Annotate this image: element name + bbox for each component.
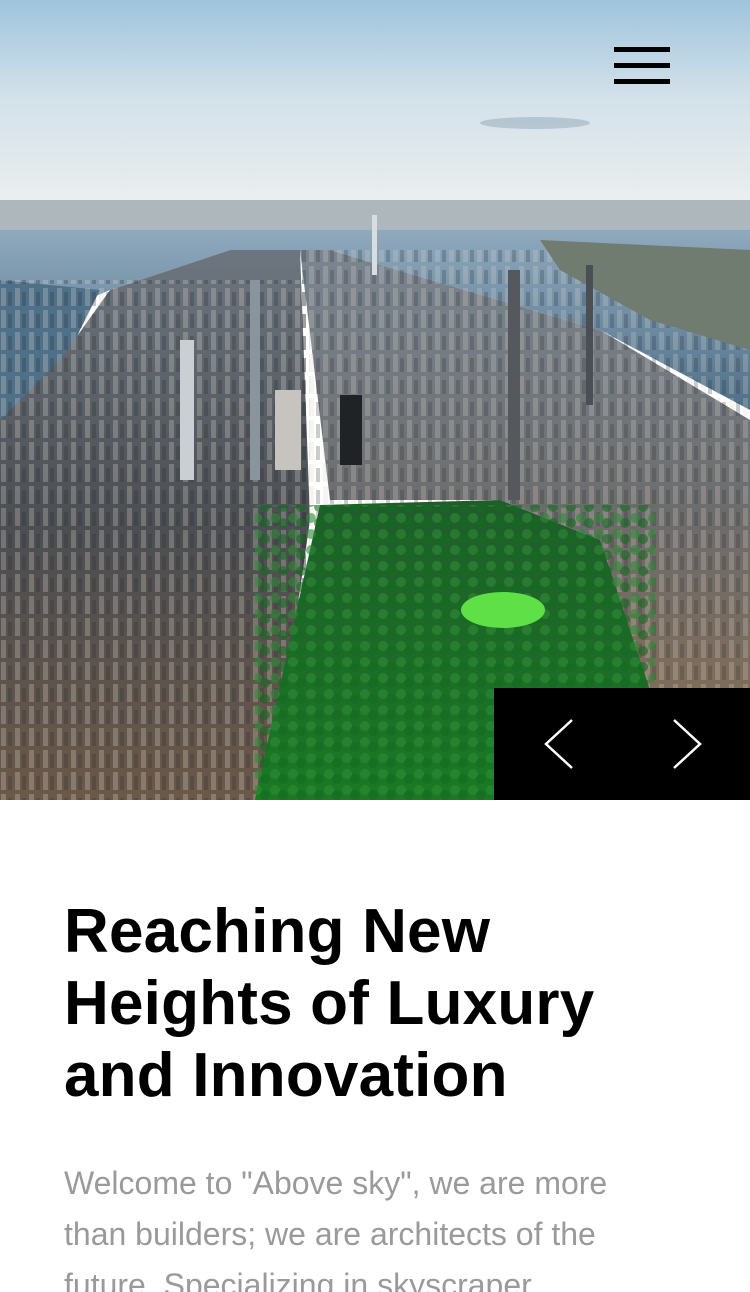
hamburger-menu-icon-bar [614,63,670,68]
hero-section [0,0,750,800]
slider-controls [494,688,750,800]
hero-image [0,0,750,800]
intro-section: Reaching New Heights of Luxury and Innov… [64,896,664,1292]
previous-slide-button[interactable] [534,716,590,772]
page-title: Reaching New Heights of Luxury and Innov… [64,897,595,1110]
chevron-left-icon [544,719,573,769]
next-slide-button[interactable] [658,716,714,772]
menu-button[interactable] [612,44,672,90]
hamburger-menu-icon [614,47,670,52]
intro-paragraph: Welcome to "Above sky", we are more than… [64,1165,608,1292]
chevron-right-icon [673,719,702,769]
hamburger-menu-icon-bar [614,79,670,84]
page: Reaching New Heights of Luxury and Innov… [0,0,750,1292]
